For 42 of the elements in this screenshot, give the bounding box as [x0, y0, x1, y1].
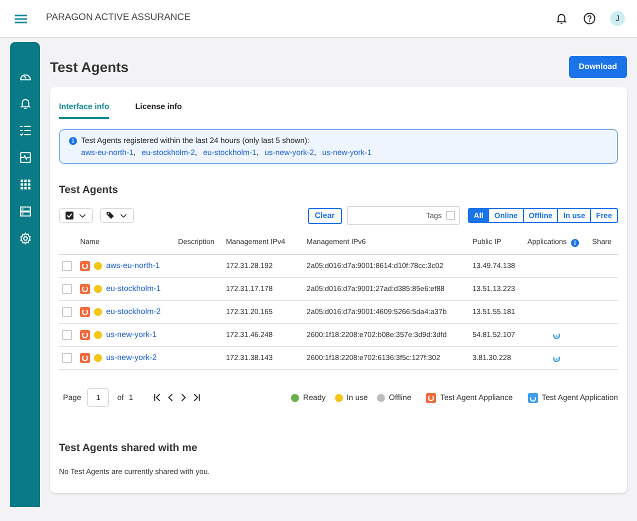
tab[interactable]: Interface info — [59, 99, 110, 119]
checkbox-icon — [65, 211, 74, 220]
row-checkbox[interactable] — [62, 330, 72, 340]
appliance-icon — [80, 261, 90, 272]
agent-link[interactable]: eu-stockholm-1 — [106, 283, 161, 296]
row-checkbox[interactable] — [62, 261, 72, 272]
agent-link[interactable]: aws-eu-north-1 — [106, 260, 160, 272]
checklist-icon[interactable] — [18, 124, 32, 137]
agent-link[interactable]: eu-stockholm-2 — [106, 306, 161, 318]
appliance-icon — [80, 330, 90, 340]
row-checkbox[interactable] — [62, 284, 72, 294]
app-title: PARAGON ACTIVE ASSURANCE — [46, 11, 192, 26]
tag-dropdown[interactable] — [100, 208, 134, 224]
pulse-monitor-icon[interactable] — [18, 151, 32, 164]
tag-icon — [106, 211, 115, 220]
select-dropdown[interactable] — [59, 208, 93, 224]
previous-page-icon[interactable] — [166, 393, 176, 402]
appliance-icon — [80, 353, 90, 364]
grid-icon[interactable] — [18, 178, 32, 191]
agent-link[interactable]: us-new-york-2 — [106, 352, 157, 364]
tags-checkbox[interactable] — [446, 211, 455, 220]
agent-link[interactable]: us-new-york-1 — [106, 329, 157, 342]
section-title: Test Agents shared with me — [59, 441, 198, 456]
tab[interactable]: License info — [135, 99, 182, 119]
row-checkbox[interactable] — [62, 353, 72, 364]
next-page-icon[interactable] — [179, 393, 188, 402]
notifications-icon[interactable] — [555, 12, 568, 25]
info-icon — [69, 137, 77, 145]
download-button[interactable]: Download — [568, 56, 627, 78]
settings-icon[interactable] — [18, 232, 32, 245]
appliance-icon — [80, 307, 90, 318]
info-icon[interactable] — [570, 238, 579, 247]
first-page-icon[interactable] — [153, 393, 162, 402]
help-icon[interactable] — [583, 12, 596, 25]
page-title: Test Agents — [50, 58, 129, 77]
clear-button[interactable]: Clear — [308, 208, 342, 224]
server-icon[interactable] — [18, 205, 32, 218]
appliance-icon — [80, 284, 90, 294]
avatar[interactable]: J — [610, 11, 625, 26]
last-page-icon[interactable] — [192, 393, 202, 402]
section-title: Test Agents — [59, 183, 119, 198]
row-checkbox[interactable] — [62, 307, 72, 318]
